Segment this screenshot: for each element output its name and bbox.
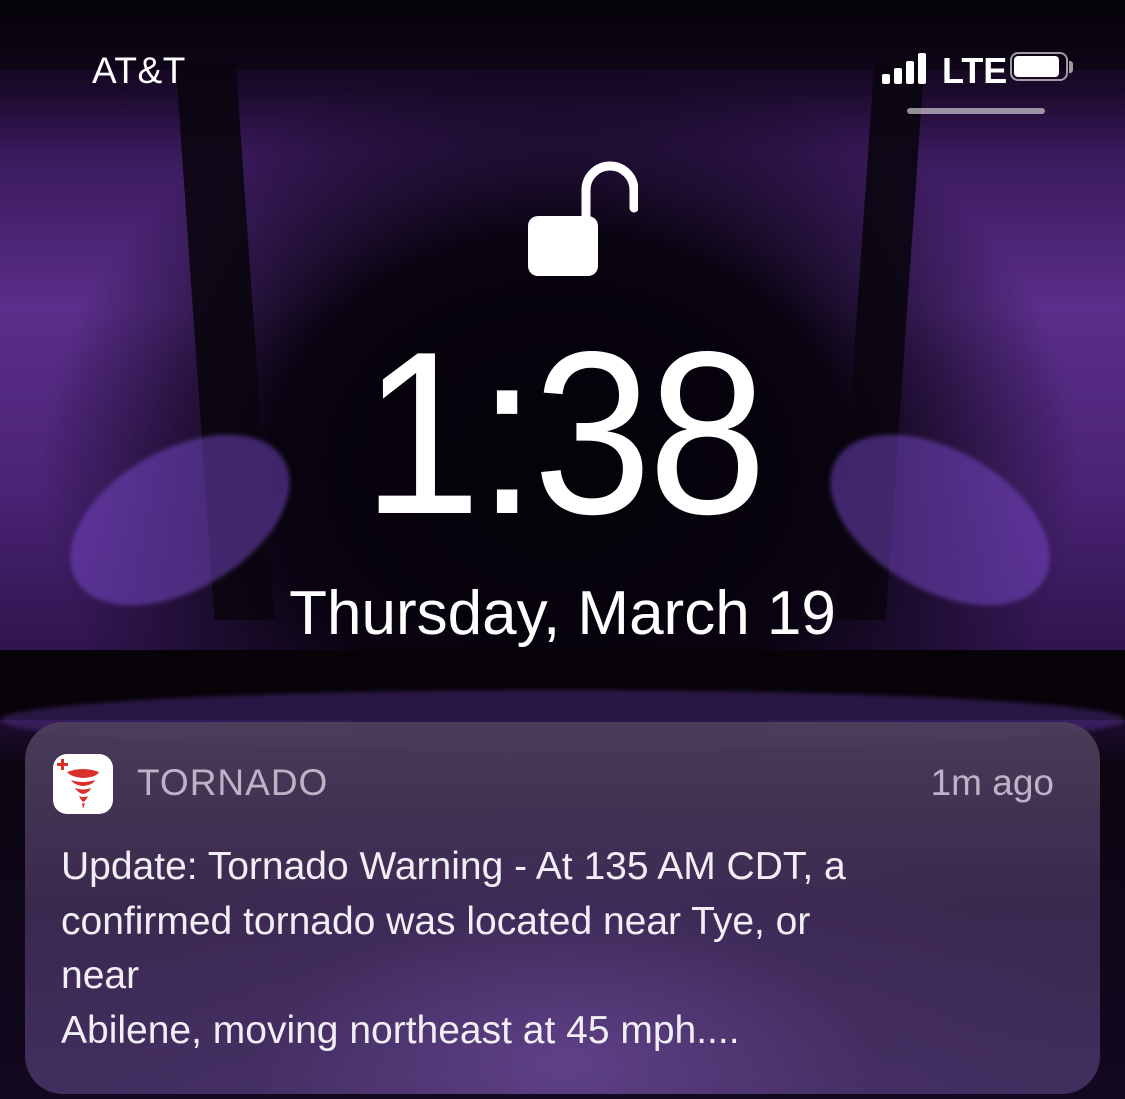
network-type-label: LTE <box>942 50 1008 91</box>
clock-time: 1:38 <box>0 318 1125 550</box>
battery-fill <box>1014 56 1059 77</box>
control-center-grabber[interactable] <box>907 108 1045 114</box>
notification-timestamp: 1m ago <box>930 762 1054 803</box>
battery-icon <box>1010 52 1073 83</box>
notification-app-name: TORNADO <box>137 762 329 803</box>
notification-body: Update: Tornado Warning - At 135 AM CDT,… <box>61 840 1061 1058</box>
notification-body-line: Abilene, moving northeast at 45 mph.... <box>61 1008 740 1052</box>
unlocked-padlock-icon[interactable] <box>526 160 639 278</box>
signal-bars-icon <box>882 52 934 84</box>
tornado-app-icon <box>53 754 113 814</box>
carrier-label: AT&T <box>92 50 186 91</box>
lock-screen: AT&T LTE 1:38 Thursday, March 19 TORNADO… <box>0 0 1125 1099</box>
notification-card[interactable]: TORNADO 1m ago Update: Tornado Warning -… <box>25 722 1100 1094</box>
clock-time-text: 1:38 <box>362 304 766 563</box>
notification-body-line: confirmed tornado was located near Tye, … <box>61 899 811 943</box>
notification-body-line: near <box>61 954 140 997</box>
clock-date: Thursday, March 19 <box>289 579 836 648</box>
notification-body-line: Update: Tornado Warning - At 135 AM CDT,… <box>61 845 846 888</box>
